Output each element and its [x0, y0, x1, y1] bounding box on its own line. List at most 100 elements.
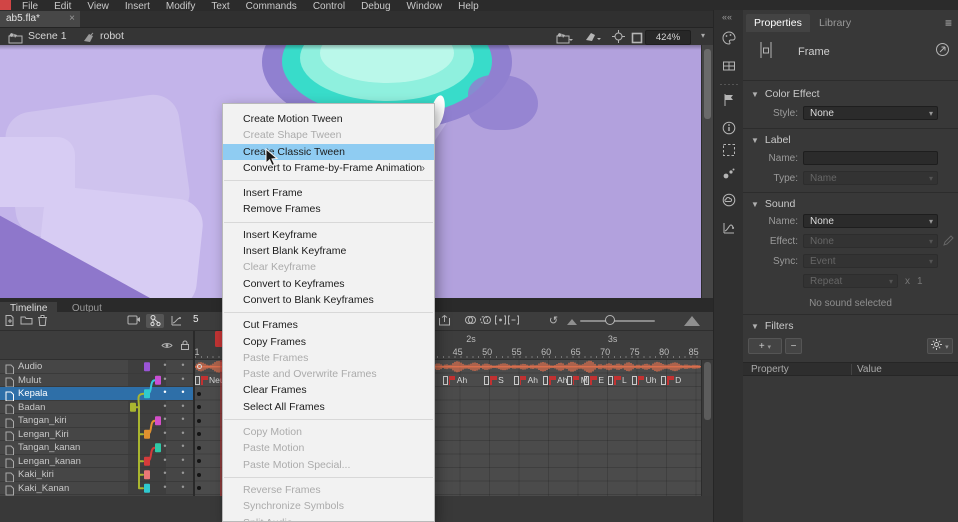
layer-lock-dot[interactable]: •	[178, 413, 188, 426]
menu-control[interactable]: Control	[313, 0, 345, 11]
layer-lock-dot[interactable]: •	[178, 454, 188, 467]
swatches-icon[interactable]	[721, 58, 737, 74]
document-tab[interactable]: ab5.fla* ×	[0, 11, 80, 27]
zoom-level-select[interactable]: 424%	[645, 30, 691, 45]
menu-commands[interactable]: Commands	[246, 0, 297, 11]
tab-library[interactable]: Library	[811, 14, 859, 32]
menu-item-clear-frames[interactable]: Clear Frames	[223, 382, 434, 398]
layer-visibility-dot[interactable]: •	[160, 400, 170, 413]
menu-item-insert-keyframe[interactable]: Insert Keyframe	[223, 227, 434, 243]
section-filters[interactable]: ▼Filters	[751, 320, 794, 332]
history-graph-icon[interactable]	[721, 220, 737, 236]
keyframe-dot[interactable]	[197, 405, 201, 409]
layer-visibility-dot[interactable]: •	[160, 427, 170, 440]
layer-lock-dot[interactable]: •	[178, 373, 188, 386]
menu-item-convert-to-frame-by-frame-animation[interactable]: Convert to Frame-by-Frame Animation›	[223, 160, 434, 176]
layer-row-kaki-kiri[interactable]: Kaki_kiri••	[0, 468, 193, 482]
menu-item-select-all-frames[interactable]: Select All Frames	[223, 399, 434, 415]
particles-icon[interactable]	[721, 166, 737, 182]
graph-editor-button[interactable]	[169, 314, 184, 328]
layer-visibility-dot[interactable]: •	[160, 359, 170, 372]
breadcrumb-scene[interactable]: Scene 1	[28, 28, 67, 45]
layer-visibility-dot[interactable]: •	[160, 454, 170, 467]
eye-column-icon[interactable]	[160, 338, 174, 356]
timeline-zoom-knob[interactable]	[605, 315, 615, 325]
info-icon[interactable]	[721, 120, 737, 136]
delete-layer-button[interactable]	[35, 314, 50, 328]
creative-cloud-icon[interactable]	[721, 192, 737, 208]
layer-visibility-dot[interactable]: •	[160, 481, 170, 494]
transform-icon[interactable]	[721, 142, 737, 158]
layer-row-tangan-kanan[interactable]: Tangan_kanan••	[0, 441, 193, 455]
camera-button[interactable]	[126, 314, 141, 328]
keyframe-dot[interactable]	[197, 419, 201, 423]
sound-name-dropdown[interactable]: None▾	[803, 214, 938, 228]
menu-debug[interactable]: Debug	[361, 0, 390, 11]
menu-item-create-classic-tween[interactable]: Create Classic Tween	[223, 144, 434, 160]
keyframe-dot[interactable]	[197, 392, 201, 396]
layer-lock-dot[interactable]: •	[178, 467, 188, 480]
menu-item-copy-frames[interactable]: Copy Frames	[223, 334, 434, 350]
layer-visibility-dot[interactable]: •	[160, 440, 170, 453]
layer-row-kepala[interactable]: Kepala••	[0, 387, 193, 401]
layer-row-mulut[interactable]: Mulut••	[0, 374, 193, 388]
scrollbar-thumb[interactable]	[704, 49, 711, 119]
layer-row-audio[interactable]: Audio••	[0, 360, 193, 374]
layer-lock-dot[interactable]: •	[178, 440, 188, 453]
menu-view[interactable]: View	[87, 0, 109, 11]
new-layer-button[interactable]	[2, 314, 17, 328]
menu-window[interactable]: Window	[407, 0, 443, 11]
layer-visibility-dot[interactable]: •	[160, 386, 170, 399]
stage-vertical-scrollbar[interactable]	[701, 45, 713, 298]
layer-lock-dot[interactable]: •	[178, 481, 188, 494]
color-palette-icon[interactable]	[721, 30, 737, 46]
frame-label-s[interactable]: S	[484, 375, 504, 386]
style-dropdown[interactable]: None▾	[803, 106, 938, 120]
layer-row-tangan-kiri[interactable]: Tangan_kiri••	[0, 414, 193, 428]
menu-modify[interactable]: Modify	[166, 0, 195, 11]
timeline-zoom-slider[interactable]	[580, 320, 655, 322]
frame-label-d[interactable]: D	[661, 375, 681, 386]
close-tab-icon[interactable]: ×	[69, 11, 75, 27]
menu-item-cut-frames[interactable]: Cut Frames	[223, 317, 434, 333]
layer-visibility-dot[interactable]: •	[160, 467, 170, 480]
panel-menu-icon[interactable]: ≡	[945, 16, 952, 30]
onion-skin-outline-button[interactable]	[478, 314, 493, 328]
help-circle-icon[interactable]	[935, 42, 950, 60]
keyframe-dot[interactable]	[197, 473, 201, 477]
layer-row-badan[interactable]: Badan••	[0, 401, 193, 415]
layer-visibility-dot[interactable]: •	[160, 413, 170, 426]
section-label[interactable]: ▼Label	[751, 134, 791, 146]
frame-label-e[interactable]: E	[584, 375, 604, 386]
label-name-input[interactable]	[803, 151, 938, 165]
scrollbar-thumb[interactable]	[704, 362, 711, 420]
breadcrumb-symbol[interactable]: robot	[100, 28, 124, 45]
zoom-chevron-icon[interactable]: ▾	[701, 31, 705, 40]
layer-row-lengan-kanan[interactable]: Lengan_kanan••	[0, 455, 193, 469]
frame-label-l[interactable]: L	[608, 375, 627, 386]
export-frame-icon[interactable]	[437, 314, 452, 328]
section-sound[interactable]: ▼Sound	[751, 198, 795, 210]
remove-filter-button[interactable]: −	[785, 338, 802, 354]
align-flag-icon[interactable]	[721, 92, 737, 108]
menu-help[interactable]: Help	[458, 0, 479, 11]
menu-item-create-motion-tween[interactable]: Create Motion Tween	[223, 111, 434, 127]
keyframe-dot[interactable]	[197, 446, 201, 450]
menu-text[interactable]: Text	[211, 0, 229, 11]
menu-item-convert-to-blank-keyframes[interactable]: Convert to Blank Keyframes	[223, 292, 434, 308]
menu-item-convert-to-keyframes[interactable]: Convert to Keyframes	[223, 276, 434, 292]
layer-row-kaki-kanan[interactable]: Kaki_Kanan••	[0, 482, 193, 496]
menu-item-insert-blank-keyframe[interactable]: Insert Blank Keyframe	[223, 243, 434, 259]
layer-row-lengan-kiri[interactable]: Lengan_Kiri••	[0, 428, 193, 442]
zoom-out-timeline-icon[interactable]	[567, 319, 577, 325]
layer-lock-dot[interactable]: •	[178, 359, 188, 372]
keyframe-dot[interactable]	[197, 432, 201, 436]
frame-label-uh[interactable]: Uh	[632, 375, 657, 386]
frame-label-ah[interactable]: Ah	[443, 375, 467, 386]
layer-visibility-dot[interactable]: •	[160, 373, 170, 386]
menu-item-insert-frame[interactable]: Insert Frame	[223, 185, 434, 201]
tab-properties[interactable]: Properties	[746, 14, 810, 32]
frame-label-ah[interactable]: Ah	[543, 375, 567, 386]
menu-file[interactable]: File	[22, 0, 38, 11]
layer-lock-dot[interactable]: •	[178, 386, 188, 399]
